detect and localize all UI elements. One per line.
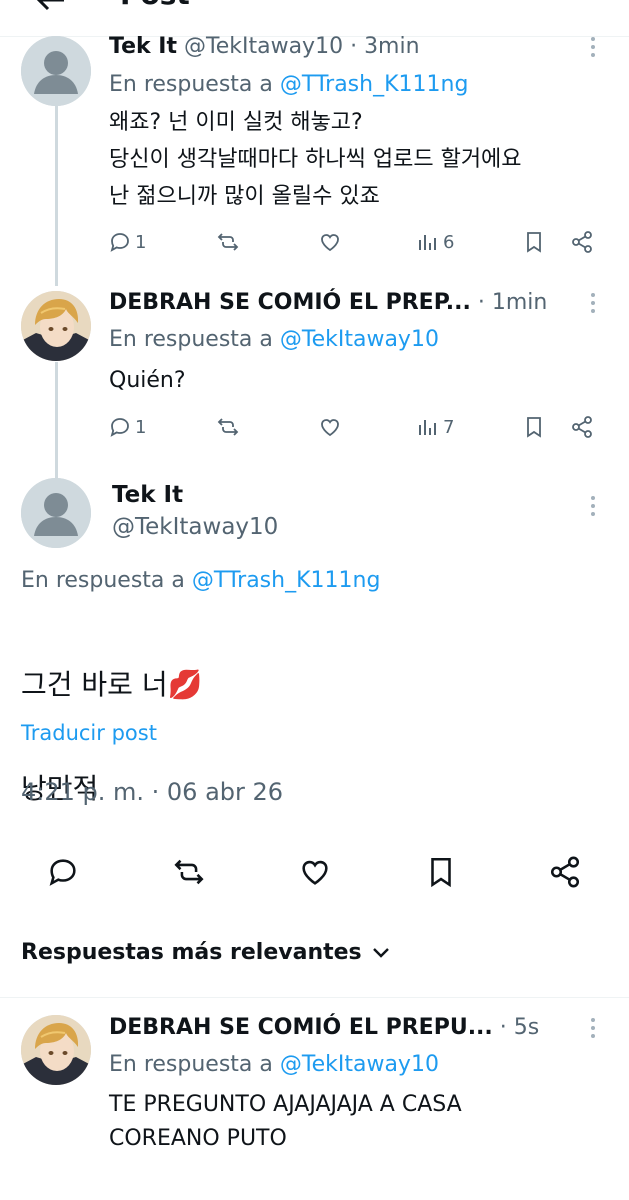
more-icon[interactable] — [590, 1018, 596, 1044]
separator: · — [499, 1015, 507, 1040]
default-avatar-icon — [21, 478, 91, 548]
like-icon — [321, 419, 339, 437]
divider — [0, 997, 629, 998]
reply-context: En respuesta a @TTrash_K111ng — [21, 568, 380, 593]
reply-count: 1 — [135, 416, 147, 438]
thread-line — [55, 362, 58, 478]
repost-icon — [174, 859, 204, 885]
reply-context: En respuesta a @TekItaway10 — [109, 1052, 439, 1077]
post-time[interactable]: 5s — [514, 1015, 539, 1040]
share-icon — [572, 231, 592, 253]
like-icon — [321, 234, 339, 252]
views-button[interactable]: 6 — [416, 229, 454, 255]
sort-replies-dropdown[interactable]: Respuestas más relevantes — [21, 940, 390, 965]
top-bar: Post — [0, 0, 629, 36]
repost-button[interactable] — [216, 229, 240, 255]
reply-prefix: En respuesta a — [109, 1052, 273, 1077]
share-button[interactable] — [570, 229, 594, 255]
default-avatar-icon — [21, 36, 91, 106]
more-icon[interactable] — [590, 293, 596, 319]
reply-button[interactable]: 1 — [108, 414, 146, 440]
display-name[interactable]: Tek It — [112, 482, 183, 508]
anime-avatar-icon — [21, 291, 91, 361]
like-button[interactable] — [298, 855, 332, 893]
repost-button[interactable] — [216, 414, 240, 440]
bookmark-button[interactable] — [522, 229, 546, 255]
views-icon — [419, 235, 436, 250]
share-button[interactable] — [548, 855, 582, 893]
post-header: Tek It @TekItaway10 · 3min — [109, 34, 420, 59]
display-name[interactable]: Tek It — [109, 34, 177, 59]
share-icon — [572, 416, 592, 438]
bookmark-icon — [431, 857, 451, 888]
handle[interactable]: @TekItaway10 — [184, 34, 343, 59]
reply-icon — [110, 233, 129, 252]
reply-mention[interactable]: @TTrash_K111ng — [192, 568, 381, 593]
reply-button[interactable]: 1 — [108, 229, 146, 255]
post-header: DEBRAH SE COMIÓ EL PREP... · 1min — [109, 290, 547, 315]
bookmark-button[interactable] — [424, 855, 458, 893]
reply-button[interactable] — [46, 855, 80, 893]
handle[interactable]: @TekItaway10 — [112, 514, 278, 540]
reply-mention[interactable]: @TTrash_K111ng — [280, 72, 469, 97]
reply-mention[interactable]: @TekItaway10 — [280, 1052, 439, 1077]
views-button[interactable]: 7 — [416, 414, 454, 440]
translate-link[interactable]: Traducir post — [21, 721, 157, 745]
separator: · — [350, 34, 358, 59]
repost-icon — [217, 233, 239, 251]
views-count: 6 — [443, 231, 455, 253]
post-text: TE PREGUNTO AJAJAJAJA A CASA COREANO PUT… — [109, 1092, 462, 1151]
post-timestamp[interactable]: 4:21 p. m. · 06 abr 26 — [21, 778, 283, 806]
reply-context: En respuesta a @TTrash_K111ng — [109, 72, 468, 97]
sort-label: Respuestas más relevantes — [21, 940, 362, 965]
reply-prefix: En respuesta a — [109, 72, 273, 97]
views-icon — [419, 420, 436, 435]
bookmark-icon — [527, 417, 541, 438]
page-title: Post — [120, 0, 190, 11]
post-text: Quién? — [109, 368, 186, 393]
bookmark-icon — [527, 232, 541, 253]
post-text: 왜죠? 넌 이미 실컷 해놓고? 당신이 생각날때마다 하나씩 업로드 할거에요… — [109, 110, 522, 209]
reply-icon — [49, 859, 76, 886]
anime-avatar-icon — [21, 1015, 91, 1085]
share-button[interactable] — [570, 414, 594, 440]
thread-line — [55, 106, 58, 286]
reply-prefix: En respuesta a — [21, 568, 185, 593]
avatar[interactable] — [21, 478, 91, 548]
post-time[interactable]: 1min — [492, 290, 547, 315]
reply-count: 1 — [135, 231, 147, 253]
reply-prefix: En respuesta a — [109, 327, 273, 352]
share-icon — [550, 856, 580, 888]
separator: · — [477, 290, 485, 315]
avatar[interactable] — [21, 291, 91, 361]
reply-mention[interactable]: @TekItaway10 — [280, 327, 439, 352]
more-icon[interactable] — [590, 496, 596, 522]
chevron-down-icon — [372, 947, 389, 958]
like-button[interactable] — [318, 229, 342, 255]
display-name[interactable]: DEBRAH SE COMIÓ EL PREPU... — [109, 1015, 493, 1040]
more-icon[interactable] — [590, 37, 596, 63]
display-name[interactable]: DEBRAH SE COMIÓ EL PREP... — [109, 290, 471, 315]
back-arrow-icon[interactable] — [36, 0, 66, 12]
reply-context: En respuesta a @TekItaway10 — [109, 327, 439, 352]
like-icon — [302, 860, 328, 885]
repost-button[interactable] — [172, 855, 206, 893]
avatar[interactable] — [21, 36, 91, 106]
views-count: 7 — [443, 416, 455, 438]
reply-icon — [110, 418, 129, 437]
repost-icon — [217, 418, 239, 436]
post-time[interactable]: 3min — [364, 34, 419, 59]
bookmark-button[interactable] — [522, 414, 546, 440]
post-text-line: 그건 바로 너💋 — [21, 668, 203, 701]
avatar[interactable] — [21, 1015, 91, 1085]
like-button[interactable] — [318, 414, 342, 440]
post-header: DEBRAH SE COMIÓ EL PREPU... · 5s — [109, 1015, 539, 1040]
